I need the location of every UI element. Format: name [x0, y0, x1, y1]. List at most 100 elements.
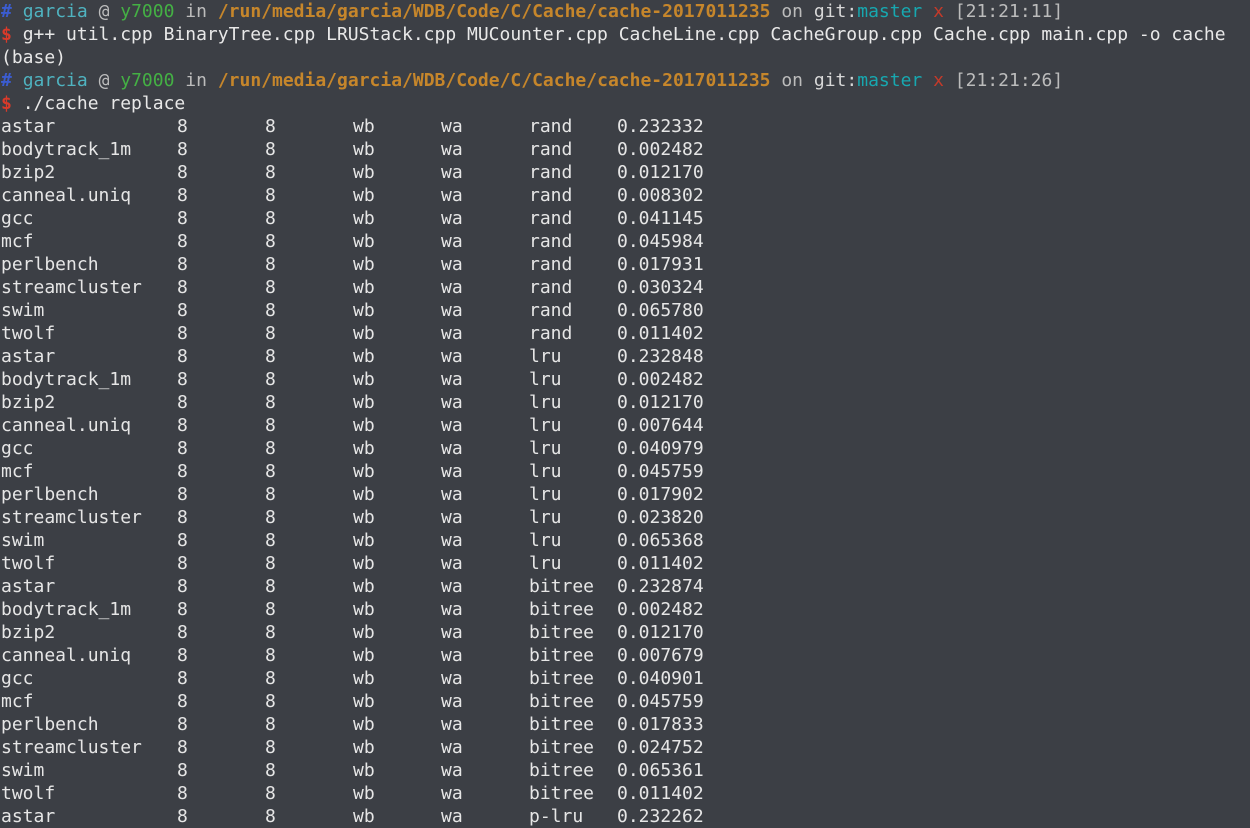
miss-rate-cell: 0.045984	[617, 231, 704, 252]
replace-policy-cell: bitree	[529, 668, 595, 689]
write-policy-cell: wb	[353, 714, 375, 735]
miss-rate-cell: 0.012170	[617, 162, 704, 183]
prompt-time: [21:21:26]	[954, 70, 1064, 91]
associativity-cell: 8	[177, 461, 188, 482]
replace-policy-cell: lru	[529, 553, 562, 574]
associativity-cell: 8	[177, 714, 188, 735]
benchmark-cell: streamcluster	[1, 737, 142, 758]
output-row: bodytrack_1m 8 8 wb wa rand 0.002482	[0, 138, 1250, 161]
write-policy-cell: wb	[353, 737, 375, 758]
allocate-policy-cell: wa	[441, 162, 463, 183]
prompt-branch: master	[857, 70, 923, 91]
block-size-cell: 8	[265, 369, 276, 390]
allocate-policy-cell: wa	[441, 185, 463, 206]
associativity-cell: 8	[177, 760, 188, 781]
write-policy-cell: wb	[353, 622, 375, 643]
associativity-cell: 8	[177, 668, 188, 689]
block-size-cell: 8	[265, 553, 276, 574]
block-size-cell: 8	[265, 737, 276, 758]
output-row: bodytrack_1m 8 8 wb wa lru 0.002482	[0, 368, 1250, 391]
miss-rate-cell: 0.030324	[617, 277, 704, 298]
prompt-dollar: $	[1, 93, 12, 114]
miss-rate-cell: 0.002482	[617, 139, 704, 160]
miss-rate-cell: 0.011402	[617, 323, 704, 344]
prompt-user: garcia	[22, 1, 88, 22]
associativity-cell: 8	[177, 139, 188, 160]
miss-rate-cell: 0.012170	[617, 622, 704, 643]
miss-rate-cell: 0.065780	[617, 300, 704, 321]
benchmark-cell: streamcluster	[1, 507, 142, 528]
block-size-cell: 8	[265, 208, 276, 229]
block-size-cell: 8	[265, 392, 276, 413]
prompt-at: @	[98, 70, 110, 91]
benchmark-cell: bodytrack_1m	[1, 369, 132, 390]
associativity-cell: 8	[177, 530, 188, 551]
allocate-policy-cell: wa	[441, 576, 463, 597]
output-row: swim 8 8 wb wa rand 0.065780	[0, 299, 1250, 322]
miss-rate-cell: 0.008302	[617, 185, 704, 206]
allocate-policy-cell: wa	[441, 668, 463, 689]
allocate-policy-cell: wa	[441, 254, 463, 275]
associativity-cell: 8	[177, 369, 188, 390]
block-size-cell: 8	[265, 139, 276, 160]
miss-rate-cell: 0.041145	[617, 208, 704, 229]
allocate-policy-cell: wa	[441, 783, 463, 804]
write-policy-cell: wb	[353, 277, 375, 298]
prompt-git-label: git:	[813, 70, 858, 91]
associativity-cell: 8	[177, 208, 188, 229]
output-row: perlbench 8 8 wb wa lru 0.017902	[0, 483, 1250, 506]
benchmark-cell: astar	[1, 806, 56, 827]
block-size-cell: 8	[265, 461, 276, 482]
benchmark-cell: bodytrack_1m	[1, 139, 132, 160]
write-policy-cell: wb	[353, 645, 375, 666]
replace-policy-cell: bitree	[529, 599, 595, 620]
output-row: canneal.uniq 8 8 wb wa bitree 0.007679	[0, 644, 1250, 667]
block-size-cell: 8	[265, 323, 276, 344]
associativity-cell: 8	[177, 392, 188, 413]
prompt-hash: #	[1, 1, 12, 22]
block-size-cell: 8	[265, 530, 276, 551]
output-row: bzip2 8 8 wb wa rand 0.012170	[0, 161, 1250, 184]
prompt-dirty-marker: x	[933, 1, 944, 22]
prompt-on: on	[781, 1, 804, 22]
allocate-policy-cell: wa	[441, 507, 463, 528]
terminal-window[interactable]: # garcia @ y7000 in /run/media/garcia/WD…	[0, 0, 1250, 828]
write-policy-cell: wb	[353, 760, 375, 781]
allocate-policy-cell: wa	[441, 553, 463, 574]
benchmark-cell: swim	[1, 760, 45, 781]
miss-rate-cell: 0.007644	[617, 415, 704, 436]
miss-rate-cell: 0.040979	[617, 438, 704, 459]
output-row: perlbench 8 8 wb wa bitree 0.017833	[0, 713, 1250, 736]
output-row: astar 8 8 wb wa lru 0.232848	[0, 345, 1250, 368]
write-policy-cell: wb	[353, 208, 375, 229]
command-line-1: $ g++ util.cpp BinaryTree.cpp LRUStack.c…	[0, 23, 1250, 46]
output-row: twolf 8 8 wb wa lru 0.011402	[0, 552, 1250, 575]
replace-policy-cell: rand	[529, 323, 573, 344]
prompt-hash: #	[1, 70, 12, 91]
write-policy-cell: wb	[353, 392, 375, 413]
associativity-cell: 8	[177, 415, 188, 436]
prompt-dirty-marker: x	[933, 70, 944, 91]
prompt-path: /run/media/garcia/WDB/Code/C/Cache/cache…	[217, 70, 771, 91]
associativity-cell: 8	[177, 553, 188, 574]
miss-rate-cell: 0.007679	[617, 645, 704, 666]
block-size-cell: 8	[265, 714, 276, 735]
miss-rate-cell: 0.232262	[617, 806, 704, 827]
allocate-policy-cell: wa	[441, 415, 463, 436]
write-policy-cell: wb	[353, 806, 375, 827]
command-text: g++ util.cpp BinaryTree.cpp LRUStack.cpp…	[22, 24, 1226, 45]
miss-rate-cell: 0.045759	[617, 691, 704, 712]
associativity-cell: 8	[177, 622, 188, 643]
replace-policy-cell: p-lru	[529, 806, 584, 827]
block-size-cell: 8	[265, 415, 276, 436]
replace-policy-cell: lru	[529, 461, 562, 482]
replace-policy-cell: bitree	[529, 622, 595, 643]
benchmark-cell: mcf	[1, 691, 34, 712]
output-row: swim 8 8 wb wa bitree 0.065361	[0, 759, 1250, 782]
block-size-cell: 8	[265, 300, 276, 321]
allocate-policy-cell: wa	[441, 116, 463, 137]
allocate-policy-cell: wa	[441, 438, 463, 459]
benchmark-cell: gcc	[1, 668, 34, 689]
allocate-policy-cell: wa	[441, 714, 463, 735]
output-row: astar 8 8 wb wa bitree 0.232874	[0, 575, 1250, 598]
